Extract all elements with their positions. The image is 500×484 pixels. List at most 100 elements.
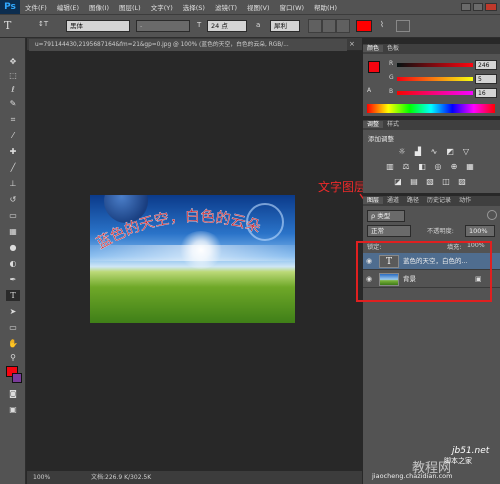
menu-filter[interactable]: 滤镜(T) [210,2,242,12]
eyedropper-tool-icon[interactable]: ⁄ [6,130,20,141]
tab-actions[interactable]: 动作 [455,197,475,204]
menu-type[interactable]: 文字(Y) [146,2,178,12]
screen-mode-icon[interactable]: ▣ [6,404,20,415]
warp-text-icon[interactable]: ⌇ [380,20,394,32]
path-select-tool-icon[interactable]: ➤ [6,306,20,317]
move-tool-icon[interactable]: ✥ [6,56,20,67]
lasso-tool-icon[interactable]: ℓ [6,84,20,95]
gradient-tool-icon[interactable]: ▦ [6,226,20,237]
character-panel-icon[interactable] [396,20,410,32]
shape-tool-icon[interactable]: ▭ [6,322,20,333]
background-color-swatch[interactable] [12,373,22,383]
align-center-button[interactable] [322,19,336,33]
blend-mode-select[interactable]: 正常 [367,225,411,237]
color-lookup-icon[interactable]: ▦ [465,162,475,172]
minimize-button[interactable] [461,3,471,11]
document-tab-bar: u=791144430,2195687164&fm=21&gp=0.jpg @ … [27,38,362,51]
font-family-select[interactable]: 黑体 [66,20,130,32]
document-canvas[interactable]: 蓝色的天空，白色的云朵 [90,195,295,323]
quick-mask-icon[interactable]: ◙ [6,388,20,399]
levels-icon[interactable]: ▟ [413,147,423,157]
panel-fg-color[interactable] [368,61,380,73]
brightness-icon[interactable]: ☼ [397,147,407,157]
menu-bar: Ps 文件(F) 编辑(E) 图像(I) 图层(L) 文字(Y) 选择(S) 滤… [0,0,500,14]
brush-tool-icon[interactable]: ╱ [6,162,20,173]
channel-mixer-icon[interactable]: ⊕ [449,162,459,172]
healing-brush-tool-icon[interactable]: ✚ [6,146,20,157]
channel-g-slider[interactable] [397,77,473,81]
canvas-warped-text: 蓝色的天空，白色的云朵 [93,207,263,252]
channel-b-slider[interactable] [397,91,473,95]
type-tool-icon[interactable]: T [6,290,20,301]
tab-close-icon[interactable]: × [349,40,355,48]
text-orientation-button[interactable]: ↕T [38,20,58,32]
tab-history[interactable]: 历史记录 [423,197,455,204]
layer-filter-select[interactable]: ρ 类型 [367,210,405,222]
selective-color-icon[interactable]: ◫ [441,177,451,187]
tab-channels[interactable]: 通道 [383,197,403,204]
document-tab[interactable]: u=791144430,2195687164&fm=21&gp=0.jpg @ … [29,39,347,51]
zoom-tool-icon[interactable]: ⚲ [6,352,20,363]
menu-help[interactable]: 帮助(H) [309,2,342,12]
close-button[interactable] [485,3,497,11]
menu-view[interactable]: 视图(V) [242,2,275,12]
history-brush-tool-icon[interactable]: ↺ [6,194,20,205]
text-color-swatch[interactable] [356,20,372,32]
quick-select-tool-icon[interactable]: ✎ [6,98,20,109]
tab-swatches[interactable]: 色板 [383,45,403,52]
channel-r-value[interactable]: 246 [475,60,497,70]
photoshop-logo: Ps [0,0,20,14]
dodge-tool-icon[interactable]: ◐ [6,258,20,269]
canvas-area[interactable]: 蓝色的天空，白色的云朵 [27,51,362,471]
photo-filter-icon[interactable]: ◎ [433,162,443,172]
black-white-icon[interactable]: ◧ [417,162,427,172]
menu-image[interactable]: 图像(I) [84,2,114,12]
color-spectrum-bar[interactable] [367,104,495,113]
vibrance-icon[interactable]: ▽ [461,147,471,157]
curves-icon[interactable]: ∿ [429,147,439,157]
marquee-tool-icon[interactable]: ⬚ [6,70,20,81]
channel-g-value[interactable]: 5 [475,74,497,84]
tab-color[interactable]: 颜色 [363,45,384,52]
adjustments-panel: 调整 样式 添加调整 ☼ ▟ ∿ ◩ ▽ ▥ ⚖ ◧ ◎ ⊕ ▦ ◪ ▤ ▧ ◫ … [363,120,500,193]
eraser-tool-icon[interactable]: ▭ [6,210,20,221]
filter-toggle-icon[interactable] [487,210,497,220]
menu-select[interactable]: 选择(S) [178,2,210,12]
menu-layer[interactable]: 图层(L) [114,2,146,12]
zoom-level[interactable]: 100% [33,471,50,484]
watermark-small: jiaocheng.chazidian.com [372,472,453,480]
crop-tool-icon[interactable]: ⌗ [6,114,20,125]
tab-paths[interactable]: 路径 [403,197,423,204]
align-right-button[interactable] [336,19,350,33]
channel-b-value[interactable]: 16 [475,88,497,98]
font-style-select[interactable]: - [136,20,190,32]
clone-stamp-tool-icon[interactable]: ⊥ [6,178,20,189]
posterize-icon[interactable]: ▤ [409,177,419,187]
anti-alias-select[interactable]: 犀利 [270,20,300,32]
invert-icon[interactable]: ◪ [393,177,403,187]
menu-file[interactable]: 文件(F) [20,2,52,12]
opacity-label: 不透明度: [427,228,454,235]
gradient-map-icon[interactable]: ▨ [457,177,467,187]
maximize-button[interactable] [473,3,483,11]
text-tool-preset[interactable]: T [4,19,26,33]
channel-r-slider[interactable] [397,63,473,67]
exposure-icon[interactable]: ◩ [445,147,455,157]
threshold-icon[interactable]: ▧ [425,177,435,187]
hand-tool-icon[interactable]: ✋ [6,338,20,349]
layers-panel: 图层 通道 路径 历史记录 动作 ρ 类型 正常 不透明度: 100% 锁定: 填充: … [363,196,500,484]
tab-layers[interactable]: 图层 [363,197,384,204]
pen-tool-icon[interactable]: ✒ [6,274,20,285]
hue-saturation-icon[interactable]: ▥ [385,162,395,172]
canvas-text-layer[interactable]: 蓝色的天空，白色的云朵 [90,195,295,265]
blur-tool-icon[interactable]: ● [6,242,20,253]
canvas-text-path: 蓝色的天空，白色的云朵 [93,207,263,253]
tab-adjustments[interactable]: 调整 [363,121,384,128]
menu-window[interactable]: 窗口(W) [275,2,310,12]
tab-styles[interactable]: 样式 [383,121,403,128]
opacity-input[interactable]: 100% [465,225,495,237]
align-left-button[interactable] [308,19,322,33]
font-size-select[interactable]: 24 点 [207,20,247,32]
menu-edit[interactable]: 编辑(E) [52,2,84,12]
color-balance-icon[interactable]: ⚖ [401,162,411,172]
